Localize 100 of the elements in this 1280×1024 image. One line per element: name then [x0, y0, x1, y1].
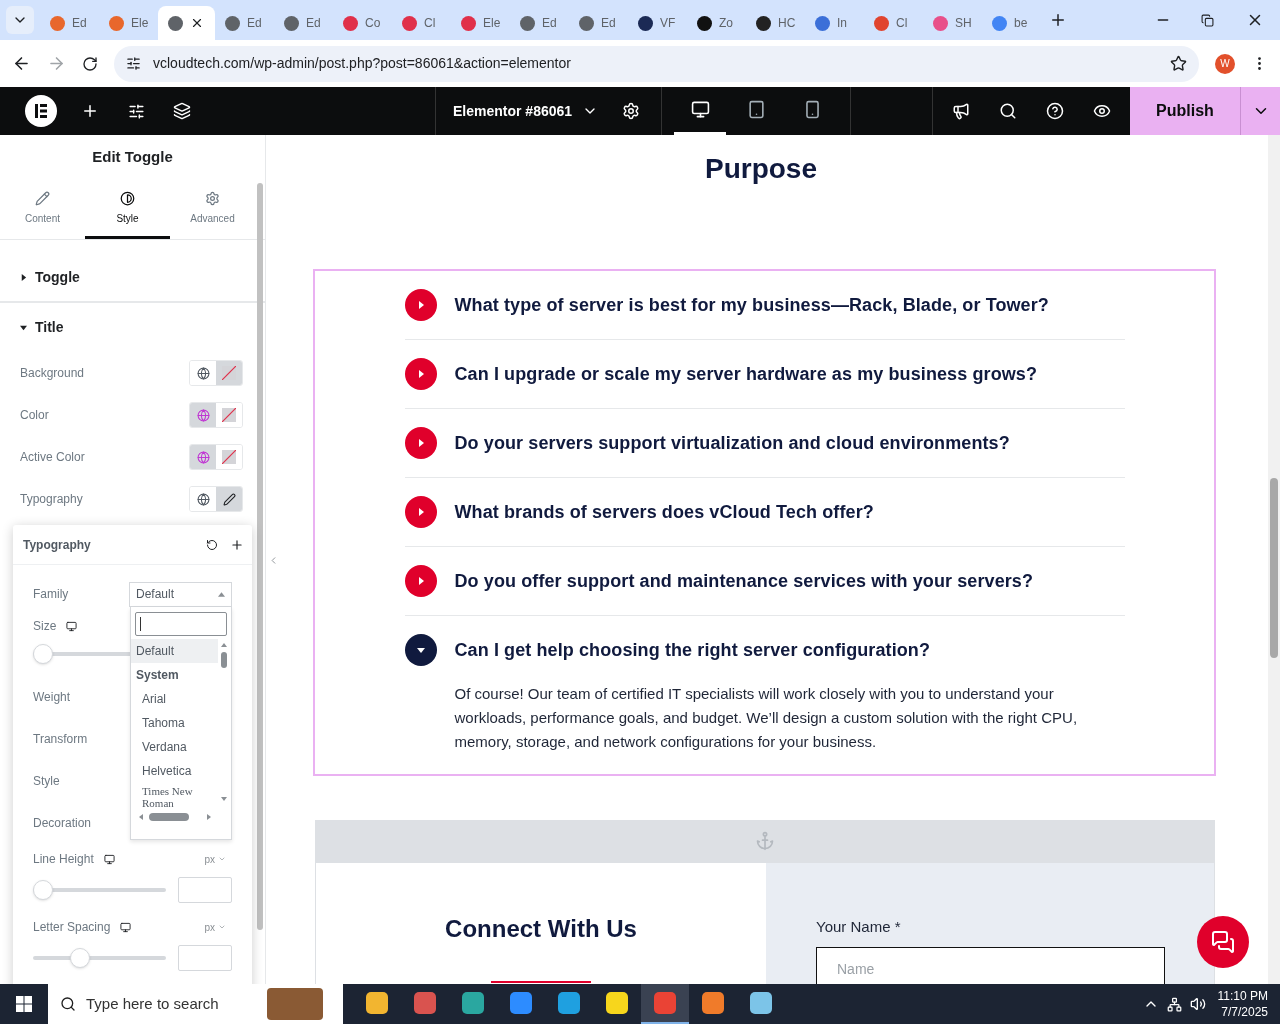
- font-option[interactable]: Default: [131, 639, 218, 663]
- control-label: Color: [20, 407, 50, 424]
- reset-icon[interactable]: [206, 538, 218, 551]
- scrollbar-thumb[interactable]: [1270, 478, 1278, 658]
- font-option[interactable]: Arial: [131, 687, 218, 711]
- global-button[interactable]: [190, 403, 216, 427]
- network-icon[interactable]: [1166, 996, 1182, 1012]
- browser-tab[interactable]: Ed: [40, 6, 99, 40]
- tab-title: Zo: [719, 15, 733, 32]
- tab-title: be: [1014, 15, 1028, 32]
- back-icon[interactable]: [12, 54, 31, 73]
- faq-question[interactable]: What type of server is best for my business—Rack, Blade, or Tower?: [404, 271, 1125, 339]
- slider-track[interactable]: [33, 948, 166, 968]
- browser-tab[interactable]: Cl: [392, 6, 451, 40]
- browser-tab[interactable]: Co: [333, 6, 392, 40]
- publish-button[interactable]: Publish: [1130, 87, 1240, 135]
- panel-tab[interactable]: Content: [0, 180, 85, 239]
- slider-thumb[interactable]: [33, 644, 53, 664]
- clock[interactable]: 11:10 PM 7/7/2025: [1217, 988, 1268, 1020]
- tab-title: SH: [955, 15, 972, 32]
- globe-icon: [196, 366, 210, 380]
- globe-icon: [196, 492, 210, 506]
- browser-tab[interactable]: be: [982, 6, 1041, 40]
- document-title-button[interactable]: Elementor #86061: [436, 100, 599, 122]
- unit-select[interactable]: px: [204, 919, 226, 935]
- slider-thumb[interactable]: [70, 948, 91, 968]
- slider-thumb[interactable]: [33, 880, 53, 900]
- volume-icon[interactable]: [1189, 996, 1206, 1012]
- panel-tab[interactable]: Style: [85, 180, 170, 239]
- restore-icon[interactable]: [1201, 13, 1214, 27]
- panel-tab[interactable]: Advanced: [170, 180, 255, 239]
- browser-tab[interactable]: Ed: [274, 6, 333, 40]
- name-input-field[interactable]: Name: [816, 946, 1165, 984]
- add-icon[interactable]: [81, 102, 99, 120]
- windows-start-icon[interactable]: [16, 996, 32, 1012]
- input-field[interactable]: [178, 877, 232, 903]
- tab-search-button[interactable]: [6, 6, 34, 34]
- browser-tab[interactable]: Ed: [569, 6, 628, 40]
- settings-icon[interactable]: [622, 102, 641, 120]
- megaphone-icon[interactable]: [952, 102, 970, 120]
- field-label: Size: [33, 618, 57, 635]
- browser-tab[interactable]: Cl: [864, 6, 923, 40]
- taskbar-search-field[interactable]: Type here to search: [48, 984, 343, 1024]
- dropdown-search-field[interactable]: [135, 612, 227, 636]
- caret-icon: [218, 591, 225, 597]
- new-tab-icon[interactable]: [1049, 11, 1067, 29]
- browser-tab[interactable]: Zo: [687, 6, 746, 40]
- anchor-icon: [755, 831, 775, 851]
- site-info-icon[interactable]: [126, 56, 141, 71]
- layers-icon[interactable]: [173, 102, 191, 120]
- browser-tab[interactable]: [158, 6, 215, 40]
- font-option[interactable]: Tahoma: [131, 711, 218, 735]
- elementor-logo-icon[interactable]: [25, 95, 57, 127]
- taskbar-button[interactable]: [641, 984, 689, 1024]
- browser-tab[interactable]: VF: [628, 6, 687, 40]
- profile-avatar[interactable]: W: [1215, 53, 1235, 74]
- section-header[interactable]: Title: [0, 303, 265, 352]
- address-bar[interactable]: vcloudtech.com/wp-admin/post.php?post=86061&action=elementor: [114, 45, 1199, 82]
- no-color-icon: [222, 408, 236, 422]
- preview-icon[interactable]: [1093, 102, 1111, 120]
- chevron-down-icon: [218, 855, 226, 863]
- browser-tab[interactable]: SH: [923, 6, 982, 40]
- font-option[interactable]: Times New Roman: [131, 783, 218, 807]
- font-option[interactable]: Verdana: [131, 735, 218, 759]
- faq-question[interactable]: Do you offer support and maintenance services with your servers?: [404, 547, 1125, 615]
- desktop-icon[interactable]: [103, 853, 115, 865]
- faq-question[interactable]: Can I get help choosing the right server configuration?: [404, 616, 1125, 684]
- unit-select[interactable]: px: [204, 851, 226, 867]
- no-color-icon: [222, 450, 236, 464]
- tab-title: In: [837, 15, 847, 32]
- tab-title: HC: [778, 15, 796, 32]
- close-icon[interactable]: [190, 16, 204, 30]
- pencil-icon: [35, 190, 50, 206]
- browser-tab[interactable]: Ed: [215, 6, 274, 40]
- browser-tab[interactable]: HC: [746, 6, 805, 40]
- reload-icon[interactable]: [82, 55, 98, 72]
- help-icon[interactable]: [1046, 102, 1064, 120]
- bookmark-icon[interactable]: [1170, 55, 1187, 72]
- gear-icon: [205, 190, 220, 206]
- desktop-icon[interactable]: [120, 921, 132, 933]
- settings-sliders-icon[interactable]: [128, 102, 145, 120]
- faq-question[interactable]: Can I upgrade or scale my server hardware as my business grows?: [404, 340, 1125, 408]
- browser-tab[interactable]: Ele: [451, 6, 510, 40]
- family-select[interactable]: Default: [129, 581, 232, 607]
- color-picker-button[interactable]: [216, 361, 242, 385]
- global-button[interactable]: [190, 445, 216, 469]
- browser-tab[interactable]: Ed: [510, 6, 569, 40]
- control-label: Active Color: [20, 449, 86, 466]
- input-field[interactable]: [178, 945, 232, 971]
- tab-title: Ele: [483, 15, 501, 32]
- search-icon[interactable]: [999, 102, 1017, 120]
- tab-title: Ed: [72, 15, 87, 32]
- faq-question[interactable]: Do your servers support virtualization and cloud environments?: [404, 409, 1125, 477]
- browser-tab[interactable]: In: [805, 6, 864, 40]
- desktop-icon[interactable]: [66, 620, 78, 632]
- font-option[interactable]: Helvetica: [131, 759, 218, 783]
- slider-track[interactable]: [33, 880, 166, 900]
- faq-question[interactable]: What brands of servers does vCloud Tech offer?: [404, 478, 1125, 546]
- edit-button[interactable]: [216, 487, 242, 511]
- browser-tab[interactable]: Ele: [99, 6, 158, 40]
